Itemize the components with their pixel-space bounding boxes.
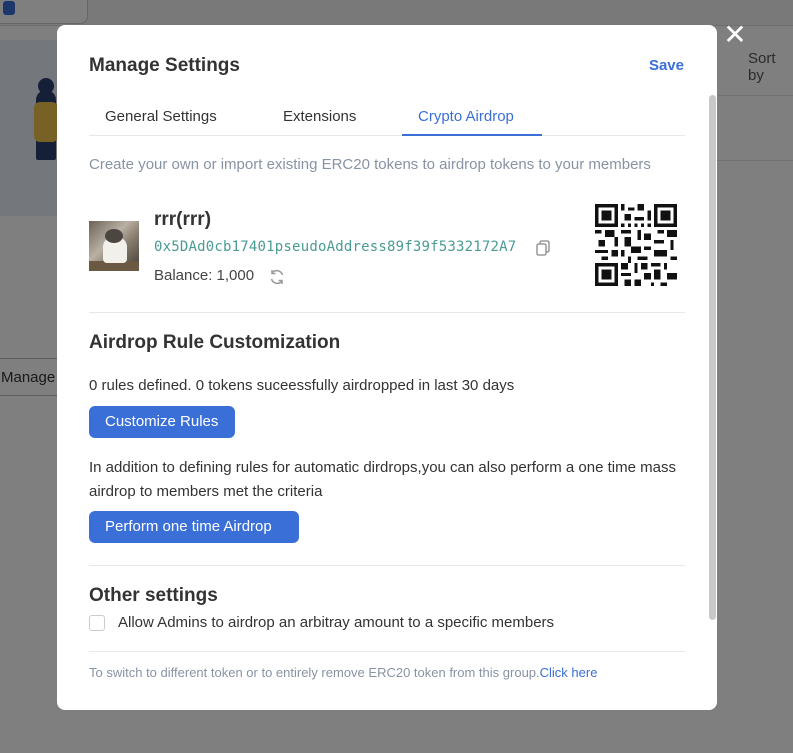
token-name: rrr(rrr): [154, 209, 212, 230]
footer-text: To switch to different token or to entir…: [89, 665, 540, 680]
close-icon[interactable]: ✕: [723, 21, 747, 49]
scrollbar[interactable]: [709, 95, 716, 620]
click-here-link[interactable]: Click here: [540, 665, 598, 680]
tab-general-settings[interactable]: General Settings: [105, 108, 217, 136]
token-address: 0x5DAd0cb17401pseudoAddress89f39f5332172…: [154, 239, 517, 255]
other-settings-title: Other settings: [89, 585, 218, 606]
save-button[interactable]: Save: [649, 57, 684, 74]
token-avatar: [89, 221, 139, 271]
modal-title: Manage Settings: [89, 55, 240, 76]
allow-admins-checkbox[interactable]: [89, 615, 105, 631]
rules-summary: 0 rules defined. 0 tokens suceessfully a…: [89, 377, 515, 394]
divider: [89, 651, 685, 652]
footer-note: To switch to different token or to entir…: [89, 665, 597, 680]
copy-icon[interactable]: [536, 240, 550, 256]
token-balance: Balance: 1,000: [154, 267, 255, 284]
divider: [89, 565, 685, 566]
qr-code: [595, 204, 677, 286]
tab-extensions[interactable]: Extensions: [283, 108, 356, 136]
allow-admins-label[interactable]: Allow Admins to airdrop an arbitray amou…: [118, 614, 554, 631]
divider: [89, 312, 685, 313]
refresh-icon[interactable]: [268, 268, 286, 286]
tab-crypto-airdrop[interactable]: Crypto Airdrop: [402, 108, 542, 136]
manage-settings-modal: Manage Settings Save General Settings Ex…: [57, 25, 717, 710]
perform-airdrop-button[interactable]: Perform one time Airdrop: [89, 511, 299, 543]
tab-bar: General Settings Extensions Crypto Airdr…: [89, 103, 685, 136]
mass-airdrop-description: In addition to defining rules for automa…: [89, 459, 676, 500]
customize-rules-button[interactable]: Customize Rules: [89, 406, 235, 438]
airdrop-section-title: Airdrop Rule Customization: [89, 332, 341, 353]
intro-text: Create your own or import existing ERC20…: [89, 156, 651, 173]
